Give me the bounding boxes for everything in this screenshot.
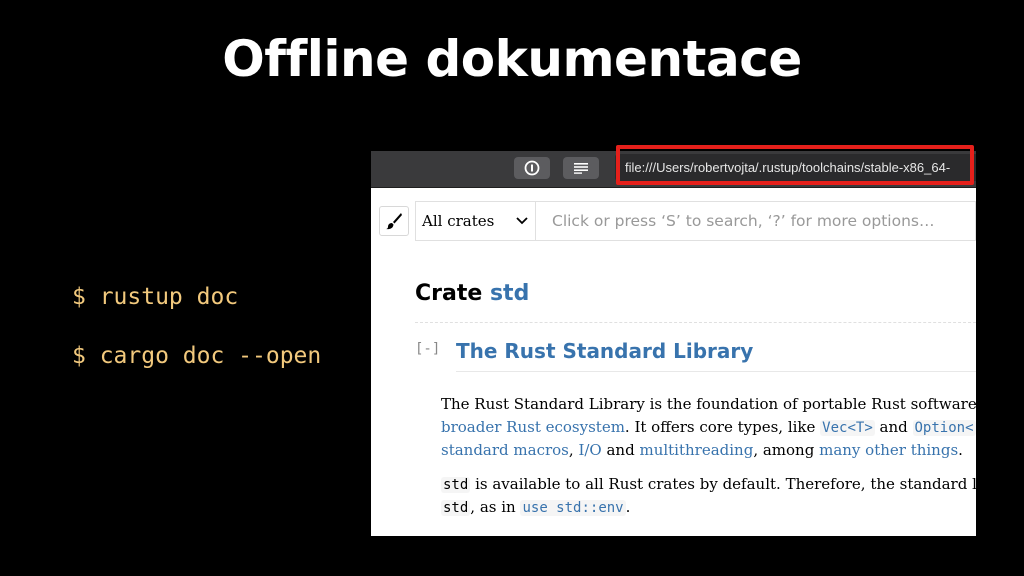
chevron-down-icon <box>516 217 528 225</box>
doc-text: is available to all Rust crates by defau… <box>470 475 976 493</box>
url-highlight-box <box>616 145 974 185</box>
doc-text: . It offers core types, like <box>624 418 821 436</box>
crate-select[interactable]: All crates <box>415 201 535 241</box>
link-io[interactable]: I/O <box>578 441 601 459</box>
link-many-other-things[interactable]: many other things <box>819 441 958 459</box>
link-vec[interactable]: Vec<T> <box>820 420 875 436</box>
password-manager-button[interactable] <box>514 157 550 179</box>
crate-name: std <box>489 281 530 306</box>
library-title-underline <box>456 371 976 372</box>
command-rustup-doc: $ rustup doc <box>72 284 239 310</box>
reader-lines-icon <box>574 163 588 174</box>
doc-text: . <box>958 441 963 459</box>
code-std: std <box>441 500 471 516</box>
command-cargo-doc-open: $ cargo doc --open <box>72 343 322 369</box>
doc-line-5: std, as in use std::env. <box>441 496 976 520</box>
crate-select-label: All crates <box>422 212 495 230</box>
crate-label: Crate <box>415 281 483 306</box>
doc-text: . <box>625 498 631 516</box>
library-title-link[interactable]: The Rust Standard Library <box>456 339 753 363</box>
heading-divider <box>415 322 976 323</box>
search-input[interactable]: Click or press ‘S’ to search, ‘?’ for mo… <box>535 201 976 241</box>
crate-heading: Crate std <box>415 281 529 306</box>
doc-text: , as in <box>470 498 521 516</box>
link-standard-macros[interactable]: standard macros <box>441 441 569 459</box>
search-row: All crates Click or press ‘S’ to search,… <box>371 201 976 243</box>
reader-mode-button[interactable] <box>563 157 599 179</box>
key-circle-icon <box>524 160 540 176</box>
doc-text: and <box>601 441 640 459</box>
doc-line-1: The Rust Standard Library is the foundat… <box>441 395 976 413</box>
browser-screenshot: file:///Users/robertvojta/.rustup/toolch… <box>371 151 976 536</box>
doc-text: , <box>568 441 579 459</box>
link-multithreading[interactable]: multithreading <box>639 441 753 459</box>
link-option[interactable]: Option< <box>912 420 976 436</box>
slide-title: Offline dokumentace <box>222 30 802 88</box>
doc-line-4: std is available to all Rust crates by d… <box>441 473 976 497</box>
link-broader-rust-ecosystem[interactable]: broader Rust ecosystem <box>441 418 625 436</box>
doc-line-2: broader Rust ecosystem. It offers core t… <box>441 416 976 440</box>
collapse-toggle[interactable]: [-] <box>415 341 440 357</box>
code-std: std <box>441 477 471 493</box>
link-use-std-env[interactable]: use std::env <box>520 500 626 516</box>
theme-picker-button[interactable] <box>379 206 409 236</box>
doc-text: , among <box>753 441 820 459</box>
paintbrush-icon <box>386 213 402 230</box>
doc-line-3: standard macros, I/O and multithreading,… <box>441 439 976 462</box>
doc-text: and <box>874 418 913 436</box>
